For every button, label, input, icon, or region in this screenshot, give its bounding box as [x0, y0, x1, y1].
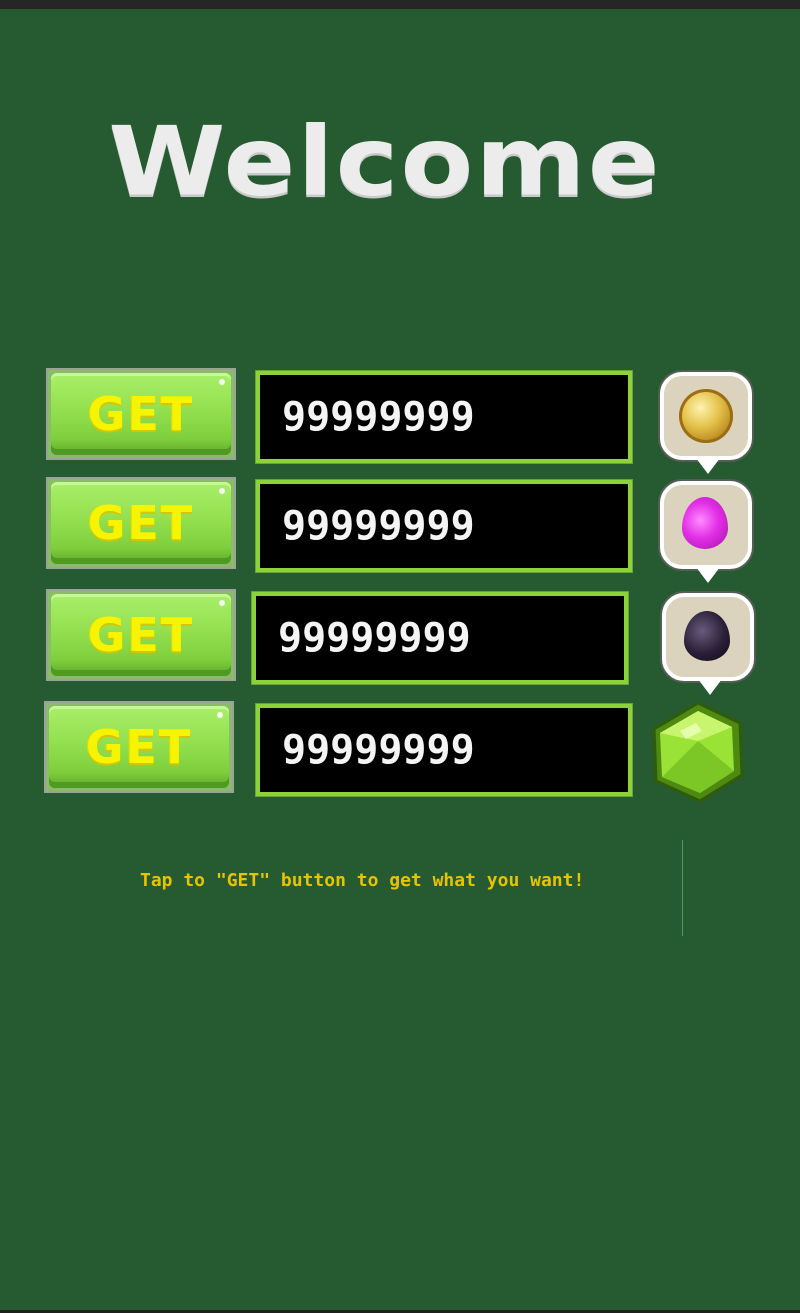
gems-amount-field[interactable]: 99999999 [255, 703, 633, 797]
get-elixir-button[interactable]: GET [46, 477, 236, 569]
gold-amount-field[interactable]: 99999999 [255, 370, 633, 464]
get-dark-elixir-button[interactable]: GET [46, 589, 236, 681]
get-dark-elixir-button-face[interactable]: GET [51, 594, 231, 676]
dark-elixir-amount-value: 99999999 [278, 615, 471, 661]
gem-icon [652, 701, 744, 803]
gold-badge [660, 372, 752, 474]
status-bar [0, 0, 800, 9]
get-elixir-button-face[interactable]: GET [51, 482, 231, 564]
dark-elixir-badge [662, 593, 754, 695]
gold-coin-icon [679, 389, 733, 443]
hint-text: Tap to "GET" button to get what you want… [140, 870, 585, 891]
vertical-divider [682, 840, 683, 936]
dark-elixir-drop-icon [684, 611, 730, 661]
get-gold-button-face[interactable]: GET [51, 373, 231, 455]
elixir-amount-value: 99999999 [282, 503, 475, 549]
elixir-badge [660, 481, 752, 583]
get-gems-button-face[interactable]: GET [49, 706, 229, 788]
elixir-amount-field[interactable]: 99999999 [255, 479, 633, 573]
get-gold-button[interactable]: GET [46, 368, 236, 460]
resource-row-gold: GET 99999999 [0, 368, 800, 474]
get-button-label: GET [85, 720, 193, 774]
resource-row-elixir: GET 99999999 [0, 477, 800, 583]
get-button-label: GET [87, 496, 195, 550]
get-button-label: GET [87, 608, 195, 662]
gems-amount-value: 99999999 [282, 727, 475, 773]
elixir-drop-icon [682, 497, 728, 549]
resource-row-dark-elixir: GET 99999999 [0, 589, 800, 695]
get-gems-button[interactable]: GET [44, 701, 234, 793]
get-button-label: GET [87, 387, 195, 441]
resource-row-gems: GET 99999999 [0, 701, 800, 803]
page-title: Welcome [108, 106, 662, 217]
gold-amount-value: 99999999 [282, 394, 475, 440]
dark-elixir-amount-field[interactable]: 99999999 [251, 591, 629, 685]
